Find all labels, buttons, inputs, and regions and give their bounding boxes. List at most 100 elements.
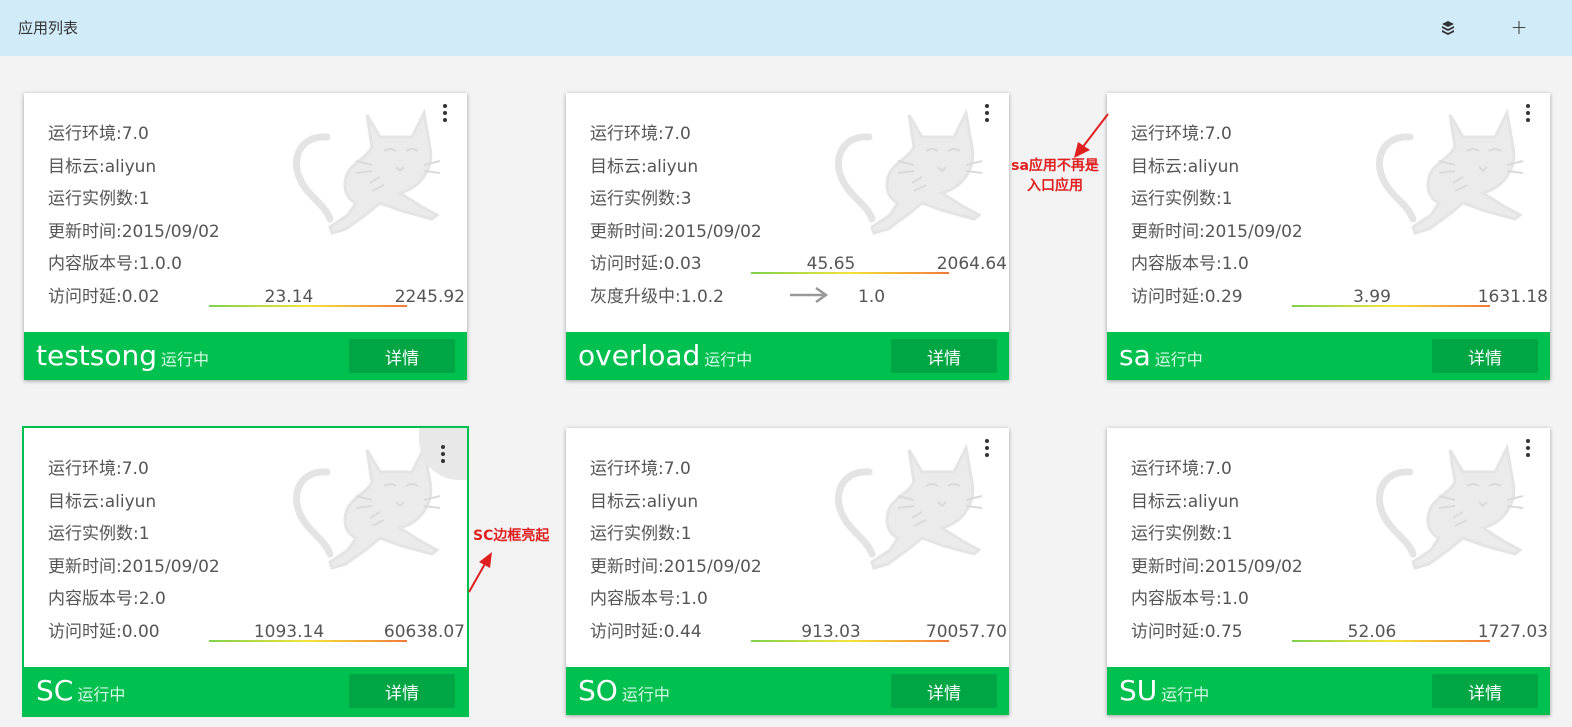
latency-text: 访问时延:0.00 — [48, 621, 160, 642]
cloud-text: 目标云:aliyun — [1131, 156, 1240, 177]
gauge-bar — [1292, 304, 1490, 307]
detail-button[interactable]: 详情 — [349, 339, 455, 373]
gauge-bar — [209, 639, 407, 642]
card-footer: SU 运行中 详情 — [1107, 667, 1550, 715]
app-info: 运行环境:7.0 目标云:aliyun 运行实例数:1 更新时间:2015/09… — [48, 453, 465, 649]
gauge-mid-value: 3.99 — [1353, 286, 1391, 307]
gauge-bar — [751, 639, 949, 642]
upgrade-row: 灰度升级中:1.0.2 1.0 — [590, 281, 885, 314]
env-text: 运行环境:7.0 — [48, 124, 149, 144]
latency-row: 访问时延:0.02 23.14 2245.92 — [48, 281, 465, 314]
version-text: 内容版本号:1.0.0 — [48, 254, 182, 274]
app-status: 运行中 — [77, 685, 126, 704]
instances-text: 运行实例数:1 — [1131, 189, 1233, 209]
cloud-text: 目标云:aliyun — [590, 491, 699, 512]
instances-text: 运行实例数:3 — [590, 189, 692, 209]
more-menu-icon[interactable] — [1506, 93, 1550, 133]
app-status: 运行中 — [1154, 350, 1203, 369]
annotation-sa-line1: sa应用不再是 — [1011, 158, 1099, 174]
gauge-mid-value: 52.06 — [1347, 621, 1397, 642]
updated-text: 更新时间:2015/09/02 — [1131, 221, 1303, 242]
app-card-so[interactable]: 运行环境:7.0 目标云:aliyun 运行实例数:1 更新时间:2015/09… — [566, 428, 1009, 715]
page-title: 应用列表 — [18, 19, 79, 37]
app-card-testsong[interactable]: 运行环境:7.0 目标云:aliyun 运行实例数:1 更新时间:2015/09… — [24, 93, 467, 380]
annotation-sa-line2: 入口应用 — [1027, 178, 1083, 194]
more-menu-icon[interactable] — [965, 428, 1009, 468]
instances-text: 运行实例数:1 — [48, 524, 150, 544]
detail-button[interactable]: 详情 — [891, 339, 997, 373]
instances-text: 运行实例数:1 — [48, 189, 150, 209]
detail-button[interactable]: 详情 — [891, 674, 997, 708]
env-text: 运行环境:7.0 — [48, 459, 149, 479]
latency-gauge: 1093.14 60638.07 — [209, 616, 465, 649]
annotation-arrow-sa — [1074, 113, 1109, 158]
detail-button[interactable]: 详情 — [1432, 674, 1538, 708]
card-footer: SC 运行中 详情 — [24, 667, 467, 715]
latency-text: 访问时延:0.02 — [48, 286, 160, 307]
annotation-arrow-sc — [468, 552, 492, 593]
add-icon[interactable]: + — [1507, 15, 1531, 39]
env-text: 运行环境:7.0 — [590, 124, 691, 144]
upgrade-to-text: 1.0 — [858, 286, 886, 307]
gauge-mid-value: 913.03 — [801, 621, 861, 642]
card-footer: sa 运行中 详情 — [1107, 332, 1550, 380]
app-card-sa[interactable]: 运行环境:7.0 目标云:aliyun 运行实例数:1 更新时间:2015/09… — [1107, 93, 1550, 380]
app-info: 运行环境:7.0 目标云:aliyun 运行实例数:1 更新时间:2015/09… — [48, 118, 465, 314]
detail-button[interactable]: 详情 — [1432, 339, 1538, 373]
app-name-text: SO — [578, 674, 618, 707]
app-name: sa 运行中 — [1119, 338, 1203, 378]
gauge-max-value: 60638.07 — [383, 621, 465, 642]
version-text: 内容版本号:2.0 — [48, 589, 166, 609]
updated-text: 更新时间:2015/09/02 — [1131, 556, 1303, 577]
gauge-bar — [751, 272, 949, 274]
updated-text: 更新时间:2015/09/02 — [590, 221, 762, 242]
app-name-text: testsong — [36, 339, 158, 372]
upgrade-from-text: 灰度升级中:1.0.2 — [590, 286, 724, 307]
more-menu-icon[interactable] — [965, 93, 1009, 133]
app-status: 运行中 — [704, 350, 753, 369]
latency-text: 访问时延:0.03 — [590, 254, 702, 274]
gauge-mid-value: 1093.14 — [253, 621, 325, 642]
gauge-mid-value: 45.65 — [806, 254, 856, 274]
app-name: SU 运行中 — [1119, 673, 1209, 713]
gauge-bar — [1292, 639, 1490, 642]
app-name: SC 运行中 — [36, 673, 125, 713]
updated-text: 更新时间:2015/09/02 — [590, 556, 762, 577]
header-bar: 应用列表 + — [0, 0, 1572, 56]
app-card-overload[interactable]: 运行环境:7.0 目标云:aliyun 运行实例数:3 更新时间:2015/09… — [566, 93, 1009, 380]
latency-gauge: 3.99 1631.18 — [1292, 281, 1548, 314]
annotation-sa: sa应用不再是 入口应用 — [1006, 156, 1104, 196]
more-menu-icon[interactable] — [423, 93, 467, 133]
latency-row: 访问时延:0.44 913.03 70057.70 — [590, 616, 1007, 649]
version-text: 内容版本号:1.0 — [1131, 589, 1249, 609]
latency-row: 访问时延:0.03 45.65 2064.64 — [590, 248, 1007, 281]
env-text: 运行环境:7.0 — [1131, 459, 1232, 479]
env-text: 运行环境:7.0 — [1131, 124, 1232, 144]
app-status: 运行中 — [1161, 685, 1210, 704]
cloud-text: 目标云:aliyun — [48, 491, 157, 512]
gauge-max-value: 1631.18 — [1477, 286, 1548, 307]
app-name-text: overload — [578, 339, 701, 372]
package-icon[interactable] — [1436, 16, 1460, 40]
latency-row: 访问时延:0.75 52.06 1727.03 — [1131, 616, 1548, 649]
card-footer: testsong 运行中 详情 — [24, 332, 467, 380]
detail-button[interactable]: 详情 — [349, 674, 455, 708]
more-menu-icon[interactable] — [1506, 428, 1550, 468]
app-card-su[interactable]: 运行环境:7.0 目标云:aliyun 运行实例数:1 更新时间:2015/09… — [1107, 428, 1550, 715]
latency-text: 访问时延:0.44 — [590, 621, 702, 642]
cloud-text: 目标云:aliyun — [1131, 491, 1240, 512]
latency-gauge: 23.14 2245.92 — [209, 281, 465, 314]
version-text: 内容版本号:1.0 — [1131, 254, 1249, 274]
updated-text: 更新时间:2015/09/02 — [48, 556, 220, 577]
version-text: 内容版本号:1.0 — [590, 589, 708, 609]
app-card-sc[interactable]: 运行环境:7.0 目标云:aliyun 运行实例数:1 更新时间:2015/09… — [22, 426, 469, 717]
tomcat-logo — [272, 442, 452, 582]
env-text: 运行环境:7.0 — [590, 459, 691, 479]
latency-row: 访问时延:0.29 3.99 1631.18 — [1131, 281, 1548, 314]
card-footer: overload 运行中 详情 — [566, 332, 1009, 380]
instances-text: 运行实例数:1 — [1131, 524, 1233, 544]
annotation-sc: SC边框亮起 — [473, 528, 550, 544]
app-info: 运行环境:7.0 目标云:aliyun 运行实例数:1 更新时间:2015/09… — [590, 453, 1007, 649]
latency-gauge: 52.06 1727.03 — [1292, 616, 1548, 649]
latency-row: 访问时延:0.00 1093.14 60638.07 — [48, 616, 465, 649]
